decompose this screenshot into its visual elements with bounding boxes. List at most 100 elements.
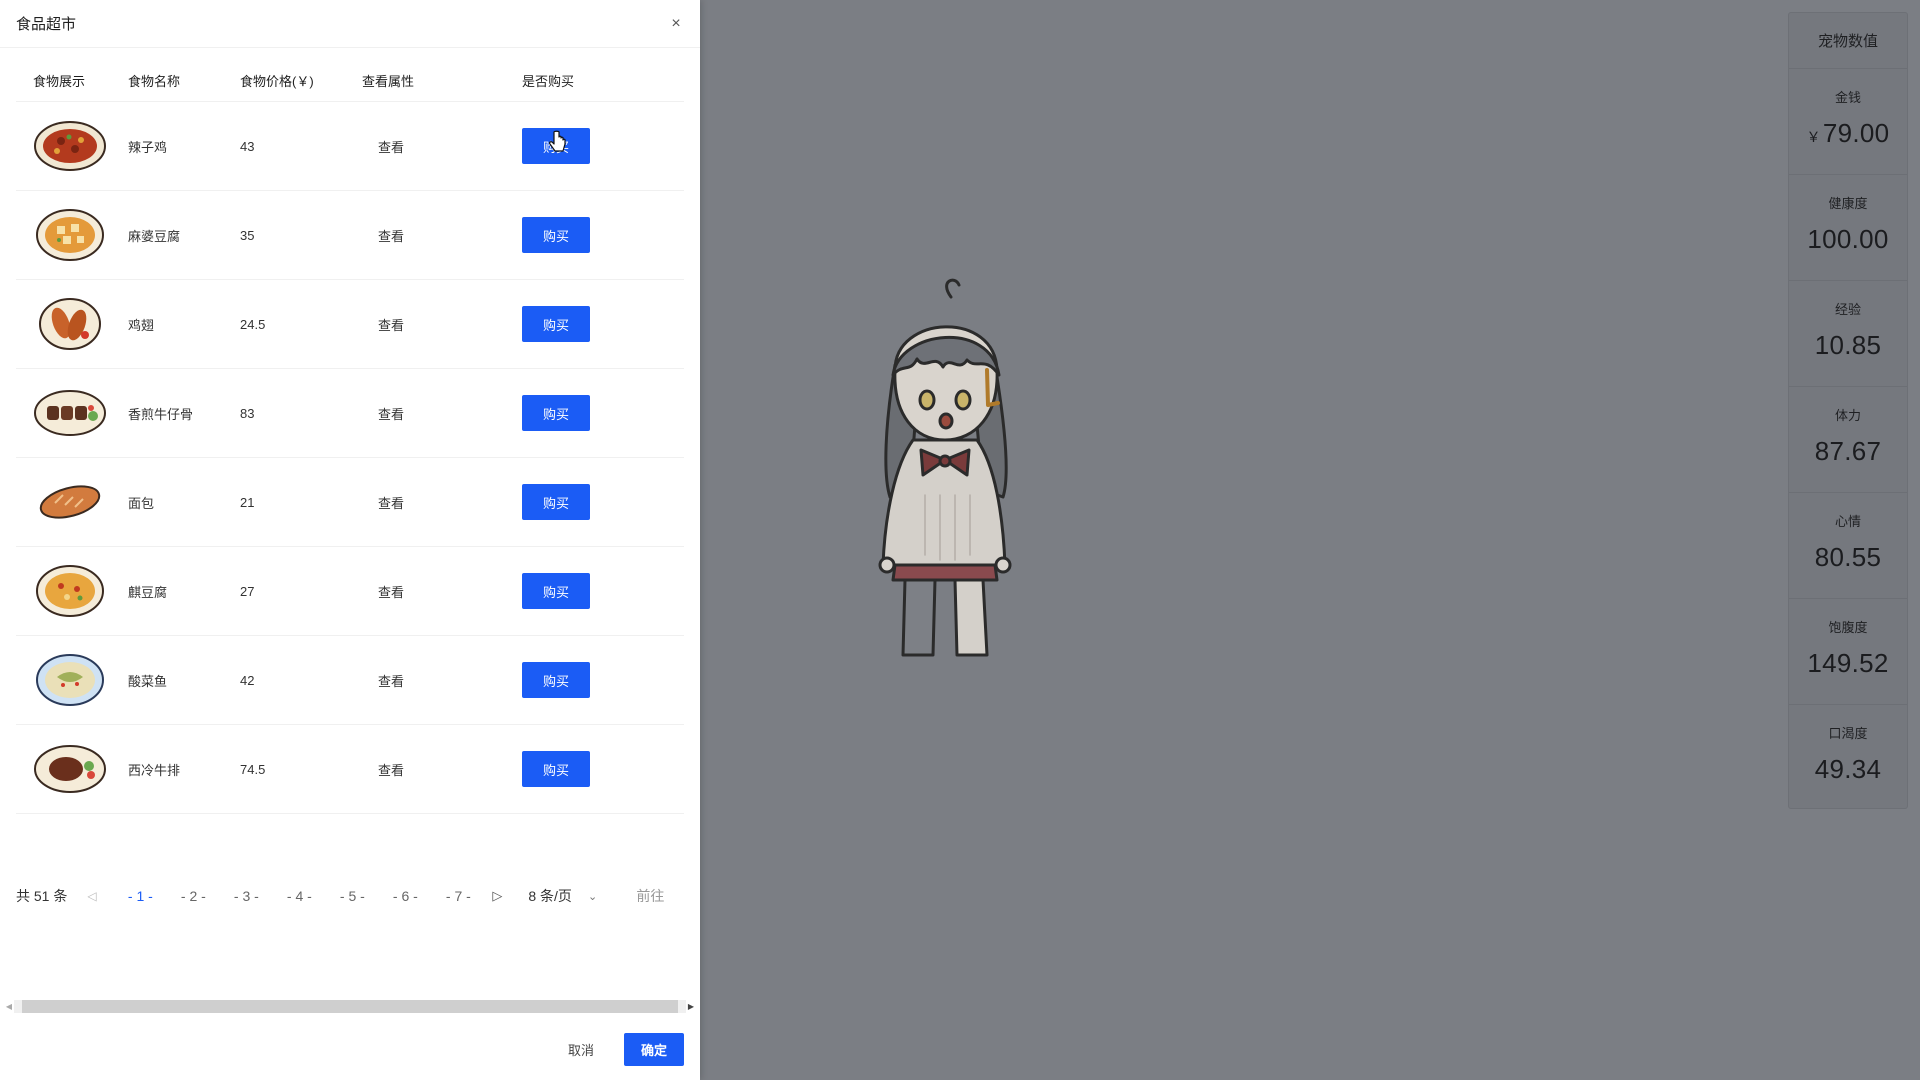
buy-button[interactable]: 购买 [522,662,590,698]
food-name: 麒豆腐 [128,584,168,600]
drawer-header: 食品超市 × [0,0,700,48]
food-name: 西冷牛排 [128,762,181,778]
stat-health: 健康度 100.00 [1789,175,1907,281]
buy-button[interactable]: 购买 [522,395,590,431]
scroll-track[interactable] [14,999,686,1013]
view-attributes-link[interactable]: 查看 [362,582,522,601]
col-header-image: 食物展示 [33,74,86,89]
close-icon[interactable]: × [668,15,684,33]
stat-label: 口渴度 [1828,726,1868,741]
table-row: 面包 21 查看 购买 [16,458,684,547]
stat-value: 10.85 [1814,330,1882,360]
tofu-dish-image [36,565,104,617]
pet-character[interactable] [855,275,1035,665]
table-row: 麒豆腐 27 查看 购买 [16,547,684,636]
prev-page-icon[interactable]: ◁ [87,889,105,903]
food-market-drawer: 食品超市 × 食物展示 食物名称 食物价格(￥) 查看属性 是否购买 辣子鸡 4… [0,0,700,1080]
view-attributes-link[interactable]: 查看 [362,315,522,334]
stat-label: 体力 [1834,408,1861,423]
stat-thirst: 口渴度 49.34 [1789,705,1907,811]
buy-button[interactable]: 购买 [522,751,590,787]
table-row: 酸菜鱼 42 查看 购买 [16,636,684,725]
page-1[interactable]: - 1 - [121,888,159,904]
view-attributes-link[interactable]: 查看 [362,137,522,156]
col-header-buy: 是否购买 [522,74,575,89]
col-header-attributes: 查看属性 [362,74,415,89]
stat-experience: 经验 10.85 [1789,281,1907,387]
view-attributes-link[interactable]: 查看 [362,404,522,423]
table-row: 鸡翅 24.5 查看 购买 [16,280,684,369]
bread-image [39,485,101,519]
food-price: 24.5 [240,316,266,332]
stat-label: 金钱 [1834,90,1861,105]
stat-label: 经验 [1834,302,1861,317]
col-header-name: 食物名称 [128,74,181,89]
food-price: 35 [240,227,255,243]
food-name: 香煎牛仔骨 [128,406,194,422]
pet-stats-title: 宠物数值 [1789,13,1907,69]
food-name: 酸菜鱼 [128,673,168,689]
money-value: 79.00 [1822,118,1890,148]
stat-value: 100.00 [1807,224,1889,254]
food-price: 43 [240,138,255,154]
page-size-value: 8 条/页 [528,888,572,904]
page-3[interactable]: - 3 - [227,888,265,904]
buy-button[interactable]: 购买 [522,484,590,520]
col-header-price: 食物价格(￥) [240,74,314,89]
food-price: 21 [240,494,255,510]
pickled-fish-image [36,654,104,706]
food-table: 食物展示 食物名称 食物价格(￥) 查看属性 是否购买 辣子鸡 43 查看 购买 [16,60,684,814]
page-7[interactable]: - 7 - [439,888,477,904]
stat-label: 饱腹度 [1828,620,1868,635]
buy-button[interactable]: 购买 [522,306,590,342]
confirm-button[interactable]: 确定 [624,1033,684,1066]
drawer-title: 食品超市 [16,16,77,33]
cancel-button[interactable]: 取消 [554,1032,608,1067]
table-row: 西冷牛排 74.5 查看 购买 [16,725,684,814]
page-6[interactable]: - 6 - [386,888,424,904]
view-attributes-link[interactable]: 查看 [362,226,522,245]
stat-value: 80.55 [1814,542,1882,572]
stat-label: 健康度 [1828,196,1868,211]
stat-stamina: 体力 87.67 [1789,387,1907,493]
stat-fullness: 饱腹度 149.52 [1789,599,1907,705]
buy-button[interactable]: 购买 [522,573,590,609]
horizontal-scrollbar[interactable]: ◀ ▶ [4,999,696,1013]
food-name: 辣子鸡 [128,139,168,155]
chevron-down-icon: ⌄ [587,890,598,903]
food-name: 面包 [128,495,155,511]
drawer-footer: 取消 确定 [554,1032,684,1067]
currency-symbol: ￥ [1806,129,1821,145]
stat-value: 49.34 [1814,754,1882,784]
chicken-wings-image [39,298,101,350]
food-price: 42 [240,672,255,688]
scroll-left-icon[interactable]: ◀ [4,1002,14,1011]
table-row: 辣子鸡 43 查看 购买 [16,102,684,191]
food-name: 鸡翅 [128,317,155,333]
table-row: 香煎牛仔骨 83 查看 购买 [16,369,684,458]
scroll-thumb[interactable] [22,999,678,1013]
total-count: 共 51 条 [16,888,68,904]
hand-cursor-icon [549,130,566,152]
page-2[interactable]: - 2 - [174,888,212,904]
page-5[interactable]: - 5 - [333,888,371,904]
buy-button[interactable]: 购买 [522,217,590,253]
food-price: 74.5 [240,761,266,777]
food-name: 麻婆豆腐 [128,228,181,244]
stat-value: 87.67 [1814,436,1882,466]
stat-mood: 心情 80.55 [1789,493,1907,599]
page-size-select[interactable]: 8 条/页 ⌄ [528,886,616,906]
sirloin-steak-image [34,745,106,793]
view-attributes-link[interactable]: 查看 [362,493,522,512]
page-4[interactable]: - 4 - [280,888,318,904]
mapo-tofu-image [36,209,104,261]
next-page-icon[interactable]: ▷ [492,888,510,904]
view-attributes-link[interactable]: 查看 [362,760,522,779]
scroll-right-icon[interactable]: ▶ [686,1002,696,1011]
food-price: 83 [240,405,255,421]
spicy-chicken-image [34,121,106,171]
stat-value: ￥79.00 [1807,118,1890,149]
pagination: 共 51 条 ◁ - 1 - - 2 - - 3 - - 4 - - 5 - -… [16,885,664,907]
view-attributes-link[interactable]: 查看 [362,671,522,690]
goto-page-label: 前往 [636,888,665,904]
